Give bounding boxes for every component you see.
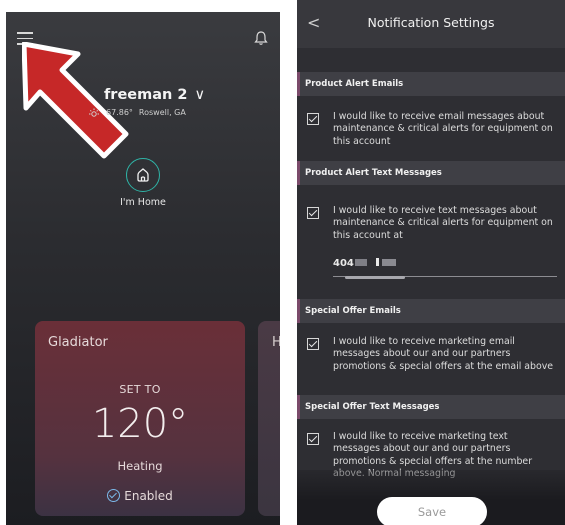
device-selector[interactable]: freeman 2 ∨ bbox=[104, 87, 205, 103]
page-title: Notification Settings bbox=[367, 15, 495, 30]
sun-icon bbox=[89, 108, 99, 117]
redacted-digits bbox=[375, 258, 379, 266]
check-circle-icon bbox=[107, 489, 121, 502]
home-mode-label: I'm Home bbox=[120, 197, 166, 208]
section-header: Product Alert Text Messages bbox=[297, 161, 565, 185]
option-text: I would like to receive email messages a… bbox=[333, 111, 553, 147]
chevron-down-icon: ∨ bbox=[194, 87, 206, 103]
bell-icon[interactable] bbox=[254, 30, 268, 46]
checkbox[interactable] bbox=[307, 113, 319, 125]
home-mode-button[interactable] bbox=[126, 158, 160, 192]
option-text: I would like to receive marketing email … bbox=[333, 336, 554, 372]
mode-label: Heating bbox=[117, 459, 163, 473]
outdoor-temperature: 67.86° bbox=[106, 108, 133, 117]
section-header: Special Offer Emails bbox=[297, 299, 565, 323]
status-label: Enabled bbox=[124, 489, 173, 503]
section-header: Product Alert Emails bbox=[297, 72, 565, 96]
status-row: Enabled bbox=[35, 489, 245, 503]
device-name: freeman 2 bbox=[104, 87, 188, 103]
checkbox[interactable] bbox=[307, 207, 319, 219]
save-button[interactable]: Save bbox=[377, 497, 487, 525]
location-label: Roswell, GA bbox=[138, 108, 186, 117]
redacted-digits bbox=[354, 259, 367, 266]
home-screen: freeman 2 ∨ 67.86° Roswell, GA I'm Home … bbox=[6, 12, 280, 525]
phone-number-prefix: 404 bbox=[333, 258, 354, 269]
weather-row: 67.86° Roswell, GA bbox=[88, 108, 186, 117]
section-header: Special Offer Text Messages bbox=[297, 395, 565, 419]
set-temperature: 120° bbox=[91, 401, 189, 447]
phone-field-scrollbar bbox=[345, 276, 405, 279]
set-to-label: SET TO bbox=[119, 383, 161, 396]
phone-number-field[interactable]: 404 bbox=[333, 258, 396, 269]
next-device-card[interactable]: H bbox=[258, 321, 280, 516]
water-heater-card[interactable]: Gladiator SET TO 120° Heating Enabled bbox=[35, 321, 245, 516]
option-text: I would like to receive text messages ab… bbox=[333, 205, 553, 241]
checkbox[interactable] bbox=[307, 433, 319, 445]
redacted-digits bbox=[381, 259, 396, 266]
top-bar: < Notification Settings bbox=[297, 0, 565, 48]
next-card-title: H bbox=[272, 335, 280, 350]
notification-settings-screen: < Notification Settings Product Alert Em… bbox=[297, 0, 565, 525]
card-title: Gladiator bbox=[48, 335, 108, 350]
checkbox[interactable] bbox=[307, 338, 319, 350]
home-icon bbox=[137, 168, 149, 182]
